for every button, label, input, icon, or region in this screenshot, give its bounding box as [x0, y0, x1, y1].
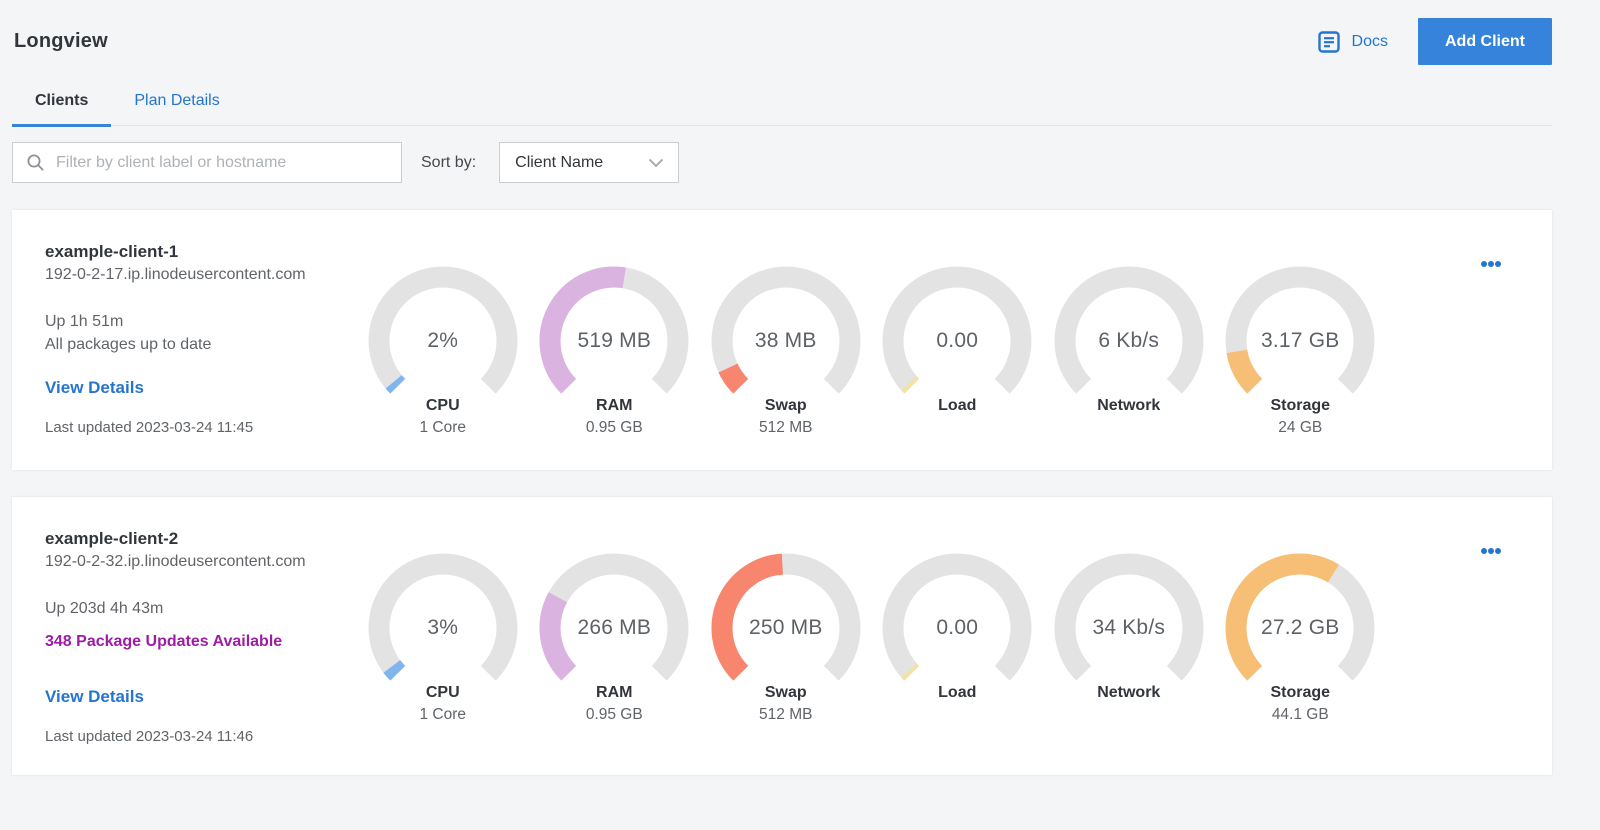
gauge-sublabel: 24 GB: [1278, 419, 1323, 436]
filter-row: Sort by: Client Name: [12, 142, 1552, 183]
sort-by-label: Sort by:: [421, 153, 477, 171]
gauge-value: 6 Kb/s: [1098, 329, 1160, 352]
gauge-value: 3.17 GB: [1261, 329, 1340, 352]
gauge-load: 0.00 Load: [872, 553, 1044, 745]
gauge-value: 250 MB: [748, 616, 823, 639]
gauge-sublabel: 0.95 GB: [585, 706, 643, 723]
gauge-ring: 3.17 GB: [1225, 266, 1375, 416]
client-name: example-client-2: [45, 529, 179, 548]
client-uptime: Up 203d 4h 43m: [45, 600, 164, 617]
gauge-ring: 250 MB: [711, 553, 861, 703]
view-details-link[interactable]: View Details: [45, 687, 144, 707]
gauge-value: 2%: [427, 329, 459, 352]
gauge-cpu: 3% CPU 1 Core: [357, 553, 529, 745]
gauge-sublabel: 512 MB: [759, 706, 813, 723]
gauge-sublabel: 0.95 GB: [585, 419, 643, 436]
client-list: example-client-1 192-0-2-17.ip.linodeuse…: [12, 210, 1552, 775]
search-input[interactable]: [54, 143, 401, 182]
longview-page: Longview Docs Add Client Clients Plan De…: [0, 0, 1600, 775]
header-actions: Docs Add Client: [1316, 18, 1552, 65]
gauge-value: 38 MB: [754, 329, 817, 352]
client-name: example-client-1: [45, 242, 179, 261]
client-info: example-client-1 192-0-2-17.ip.linodeuse…: [12, 210, 357, 440]
gauge-value: 34 Kb/s: [1092, 616, 1166, 639]
search-box: [12, 142, 402, 183]
gauge-ring: 519 MB: [539, 266, 689, 416]
client-packages-status: 348 Package Updates Available: [45, 633, 283, 650]
gauge-ring: 2%: [368, 266, 518, 416]
gauge-value: 0.00: [936, 329, 979, 352]
gauge-ring: 0.00: [882, 266, 1032, 416]
gauge-ring: 34 Kb/s: [1054, 553, 1204, 703]
gauge-sublabel: 44.1 GB: [1271, 706, 1329, 723]
tab-bar: Clients Plan Details: [12, 92, 1552, 127]
search-icon: [13, 153, 54, 172]
gauge-network: 6 Kb/s Network: [1043, 266, 1215, 440]
gauge-swap: 38 MB Swap 512 MB: [700, 266, 872, 440]
client-hostname: 192-0-2-32.ip.linodeusercontent.com: [45, 553, 306, 570]
client-actions-menu-button[interactable]: [1476, 256, 1506, 272]
gauge-ring: 266 MB: [539, 553, 689, 703]
page-title: Longview: [14, 30, 108, 52]
docs-link-label: Docs: [1351, 32, 1388, 50]
gauge-ram: 266 MB RAM 0.95 GB: [529, 553, 701, 745]
page-header: Longview Docs Add Client: [12, 0, 1552, 65]
tab-clients[interactable]: Clients: [12, 92, 112, 127]
client-card: example-client-2 192-0-2-32.ip.linodeuse…: [12, 497, 1552, 775]
gauge-swap: 250 MB Swap 512 MB: [700, 553, 872, 745]
gauge-ram: 519 MB RAM 0.95 GB: [529, 266, 701, 440]
gauge-ring: 0.00: [882, 553, 1032, 703]
chevron-down-icon: [648, 158, 664, 168]
gauge-sublabel: 1 Core: [419, 419, 467, 436]
gauge-ring: 38 MB: [711, 266, 861, 416]
client-actions-menu-button[interactable]: [1476, 543, 1506, 559]
gauge-ring: 6 Kb/s: [1054, 266, 1204, 416]
gauge-sublabel: 512 MB: [759, 419, 813, 436]
sort-select-value: Client Name: [515, 153, 604, 171]
client-hostname: 192-0-2-17.ip.linodeusercontent.com: [45, 266, 306, 283]
client-card: example-client-1 192-0-2-17.ip.linodeuse…: [12, 210, 1552, 470]
client-info: example-client-2 192-0-2-32.ip.linodeuse…: [12, 497, 357, 745]
docs-link[interactable]: Docs: [1316, 29, 1388, 55]
gauge-load: 0.00 Load: [872, 266, 1044, 440]
ellipsis-icon: [1480, 543, 1502, 558]
view-details-link[interactable]: View Details: [45, 378, 144, 398]
gauge-network: 34 Kb/s Network: [1043, 553, 1215, 745]
client-packages-status: All packages up to date: [45, 336, 212, 353]
sort-select[interactable]: Client Name: [499, 142, 680, 183]
gauges-row: 2% CPU 1 Core 519 MB RAM 0.95 GB 38 MB S…: [357, 210, 1552, 440]
gauge-sublabel: 1 Core: [419, 706, 467, 723]
gauge-value: 266 MB: [577, 616, 652, 639]
gauge-value: 0.00: [936, 616, 979, 639]
add-client-button[interactable]: Add Client: [1418, 18, 1552, 65]
gauge-storage: 3.17 GB Storage 24 GB: [1215, 266, 1387, 440]
gauges-row: 3% CPU 1 Core 266 MB RAM 0.95 GB 250 MB …: [357, 497, 1552, 745]
ellipsis-icon: [1480, 256, 1502, 271]
tab-plan-details[interactable]: Plan Details: [111, 92, 242, 125]
gauge-value: 519 MB: [577, 329, 652, 352]
gauge-value: 27.2 GB: [1261, 616, 1340, 639]
client-last-updated: Last updated 2023-03-24 11:46: [45, 728, 254, 745]
gauge-ring: 3%: [368, 553, 518, 703]
gauge-value: 3%: [427, 616, 459, 639]
client-uptime: Up 1h 51m: [45, 313, 124, 330]
gauge-ring: 27.2 GB: [1225, 553, 1375, 703]
client-last-updated: Last updated 2023-03-24 11:45: [45, 419, 254, 436]
gauge-cpu: 2% CPU 1 Core: [357, 266, 529, 440]
docs-icon: [1316, 29, 1342, 55]
gauge-storage: 27.2 GB Storage 44.1 GB: [1215, 553, 1387, 745]
